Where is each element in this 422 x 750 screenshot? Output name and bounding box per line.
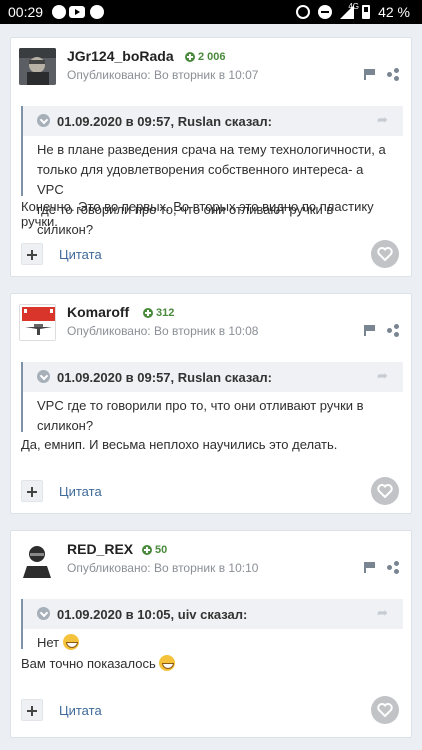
quote-body: Не в плане разведения срача на тему техн… [23,136,403,246]
flag-icon[interactable] [364,325,375,336]
flag-icon[interactable] [364,69,375,80]
status-time: 00:29 [8,4,44,20]
multiquote-button[interactable] [21,480,43,502]
plus-circle-icon [142,545,152,555]
reputation-value: 50 [155,544,168,556]
reputation-badge: 2 006 [185,51,226,63]
flag-icon[interactable] [364,562,375,573]
heart-icon [377,703,393,717]
quote-header: 01.09.2020 в 10:05, uiv сказал: ➦ [23,599,403,629]
post-body-text: Вам точно показалось [21,656,156,671]
youtube-icon [69,6,85,18]
chevron-down-icon[interactable] [37,607,50,620]
multiquote-button[interactable] [21,243,43,265]
reputation-badge: 50 [142,544,167,556]
heart-icon [377,484,393,498]
heart-icon [377,247,393,261]
post-header: Komaroff 312 Опубликовано: Во вторник в … [11,294,411,354]
quote-header: 01.09.2020 в 09:57, Ruslan сказал: ➦ [23,106,403,136]
quote-link-icon[interactable]: ➦ [377,369,391,382]
alarm-icon [296,5,311,19]
like-button[interactable] [371,696,399,724]
share-icon[interactable] [387,561,399,574]
quote-line: Нет [37,635,60,650]
dnd-icon [318,5,333,19]
reputation-value: 312 [156,307,175,319]
quote-line: только для удовлетворения собственного и… [37,162,364,197]
quote-line: Не в плане разведения срача на тему техн… [37,142,386,157]
plus-circle-icon [185,52,195,62]
cite-button[interactable]: Цитата [59,703,102,718]
forum-post: RED_REX 50 Опубликовано: Во вторник в 10… [10,530,412,738]
quote-title: 01.09.2020 в 10:05, uiv сказал: [57,607,248,622]
like-button[interactable] [371,240,399,268]
quote-line: VPC где то говорили про то, что они отли… [37,398,364,413]
published-date: Опубликовано: Во вторник в 10:08 [67,324,259,338]
avatar[interactable] [19,541,56,578]
quote-header: 01.09.2020 в 09:57, Ruslan сказал: ➦ [23,362,403,392]
multiquote-button[interactable] [21,699,43,721]
cite-button[interactable]: Цитата [59,484,102,499]
chevron-down-icon[interactable] [37,370,50,383]
quote-body: VPC где то говорили про то, что они отли… [23,392,403,442]
quote-title: 01.09.2020 в 09:57, Ruslan сказал: [57,370,272,385]
post-body: Конечно. Это во первых. Во вторых это ви… [21,199,374,229]
published-date: Опубликовано: Во вторник в 10:10 [67,561,259,575]
avatar[interactable] [19,304,56,341]
share-icon[interactable] [387,68,399,81]
plus-circle-icon [143,308,153,318]
signal-icon [340,5,355,19]
quote-link-icon[interactable]: ➦ [377,113,391,126]
quote-line: силикон? [37,418,94,433]
quote-block: 01.09.2020 в 09:57, Ruslan сказал: ➦ VPC… [21,362,403,433]
quote-link-icon[interactable]: ➦ [377,606,391,619]
reputation-badge: 312 [143,307,174,319]
post-header: JGr124_boRada 2 006 Опубликовано: Во вто… [11,38,411,98]
post-body: Вам точно показалось [21,655,176,671]
author-name[interactable]: Komaroff [67,304,129,320]
grinning-emoji-icon [159,655,176,671]
post-body: Да, емнип. И весьма неплохо научились эт… [21,437,338,452]
quote-title: 01.09.2020 в 09:57, Ruslan сказал: [57,114,272,129]
reputation-value: 2 006 [198,51,226,63]
like-button[interactable] [371,477,399,505]
app-notification-icon [90,5,104,19]
cite-button[interactable]: Цитата [59,247,102,262]
author-name[interactable]: RED_REX [67,541,133,557]
forum-post: JGr124_boRada 2 006 Опубликовано: Во вто… [10,37,412,277]
battery-percent: 42 % [378,4,410,20]
chevron-down-icon[interactable] [37,114,50,127]
post-header: RED_REX 50 Опубликовано: Во вторник в 10… [11,531,411,591]
quote-block: 01.09.2020 в 10:05, uiv сказал: ➦ Нет [21,599,403,650]
grinning-emoji-icon [62,634,79,650]
share-icon[interactable] [387,324,399,337]
status-bar: 00:29 4G 42 % [0,0,422,24]
quote-block: 01.09.2020 в 09:57, Ruslan сказал: ➦ Не … [21,106,403,237]
avatar[interactable] [19,48,56,85]
author-name[interactable]: JGr124_boRada [67,48,174,64]
published-date: Опубликовано: Во вторник в 10:07 [67,68,259,82]
battery-icon [362,5,371,19]
notification-icon [52,5,66,19]
forum-post: Komaroff 312 Опубликовано: Во вторник в … [10,293,412,514]
